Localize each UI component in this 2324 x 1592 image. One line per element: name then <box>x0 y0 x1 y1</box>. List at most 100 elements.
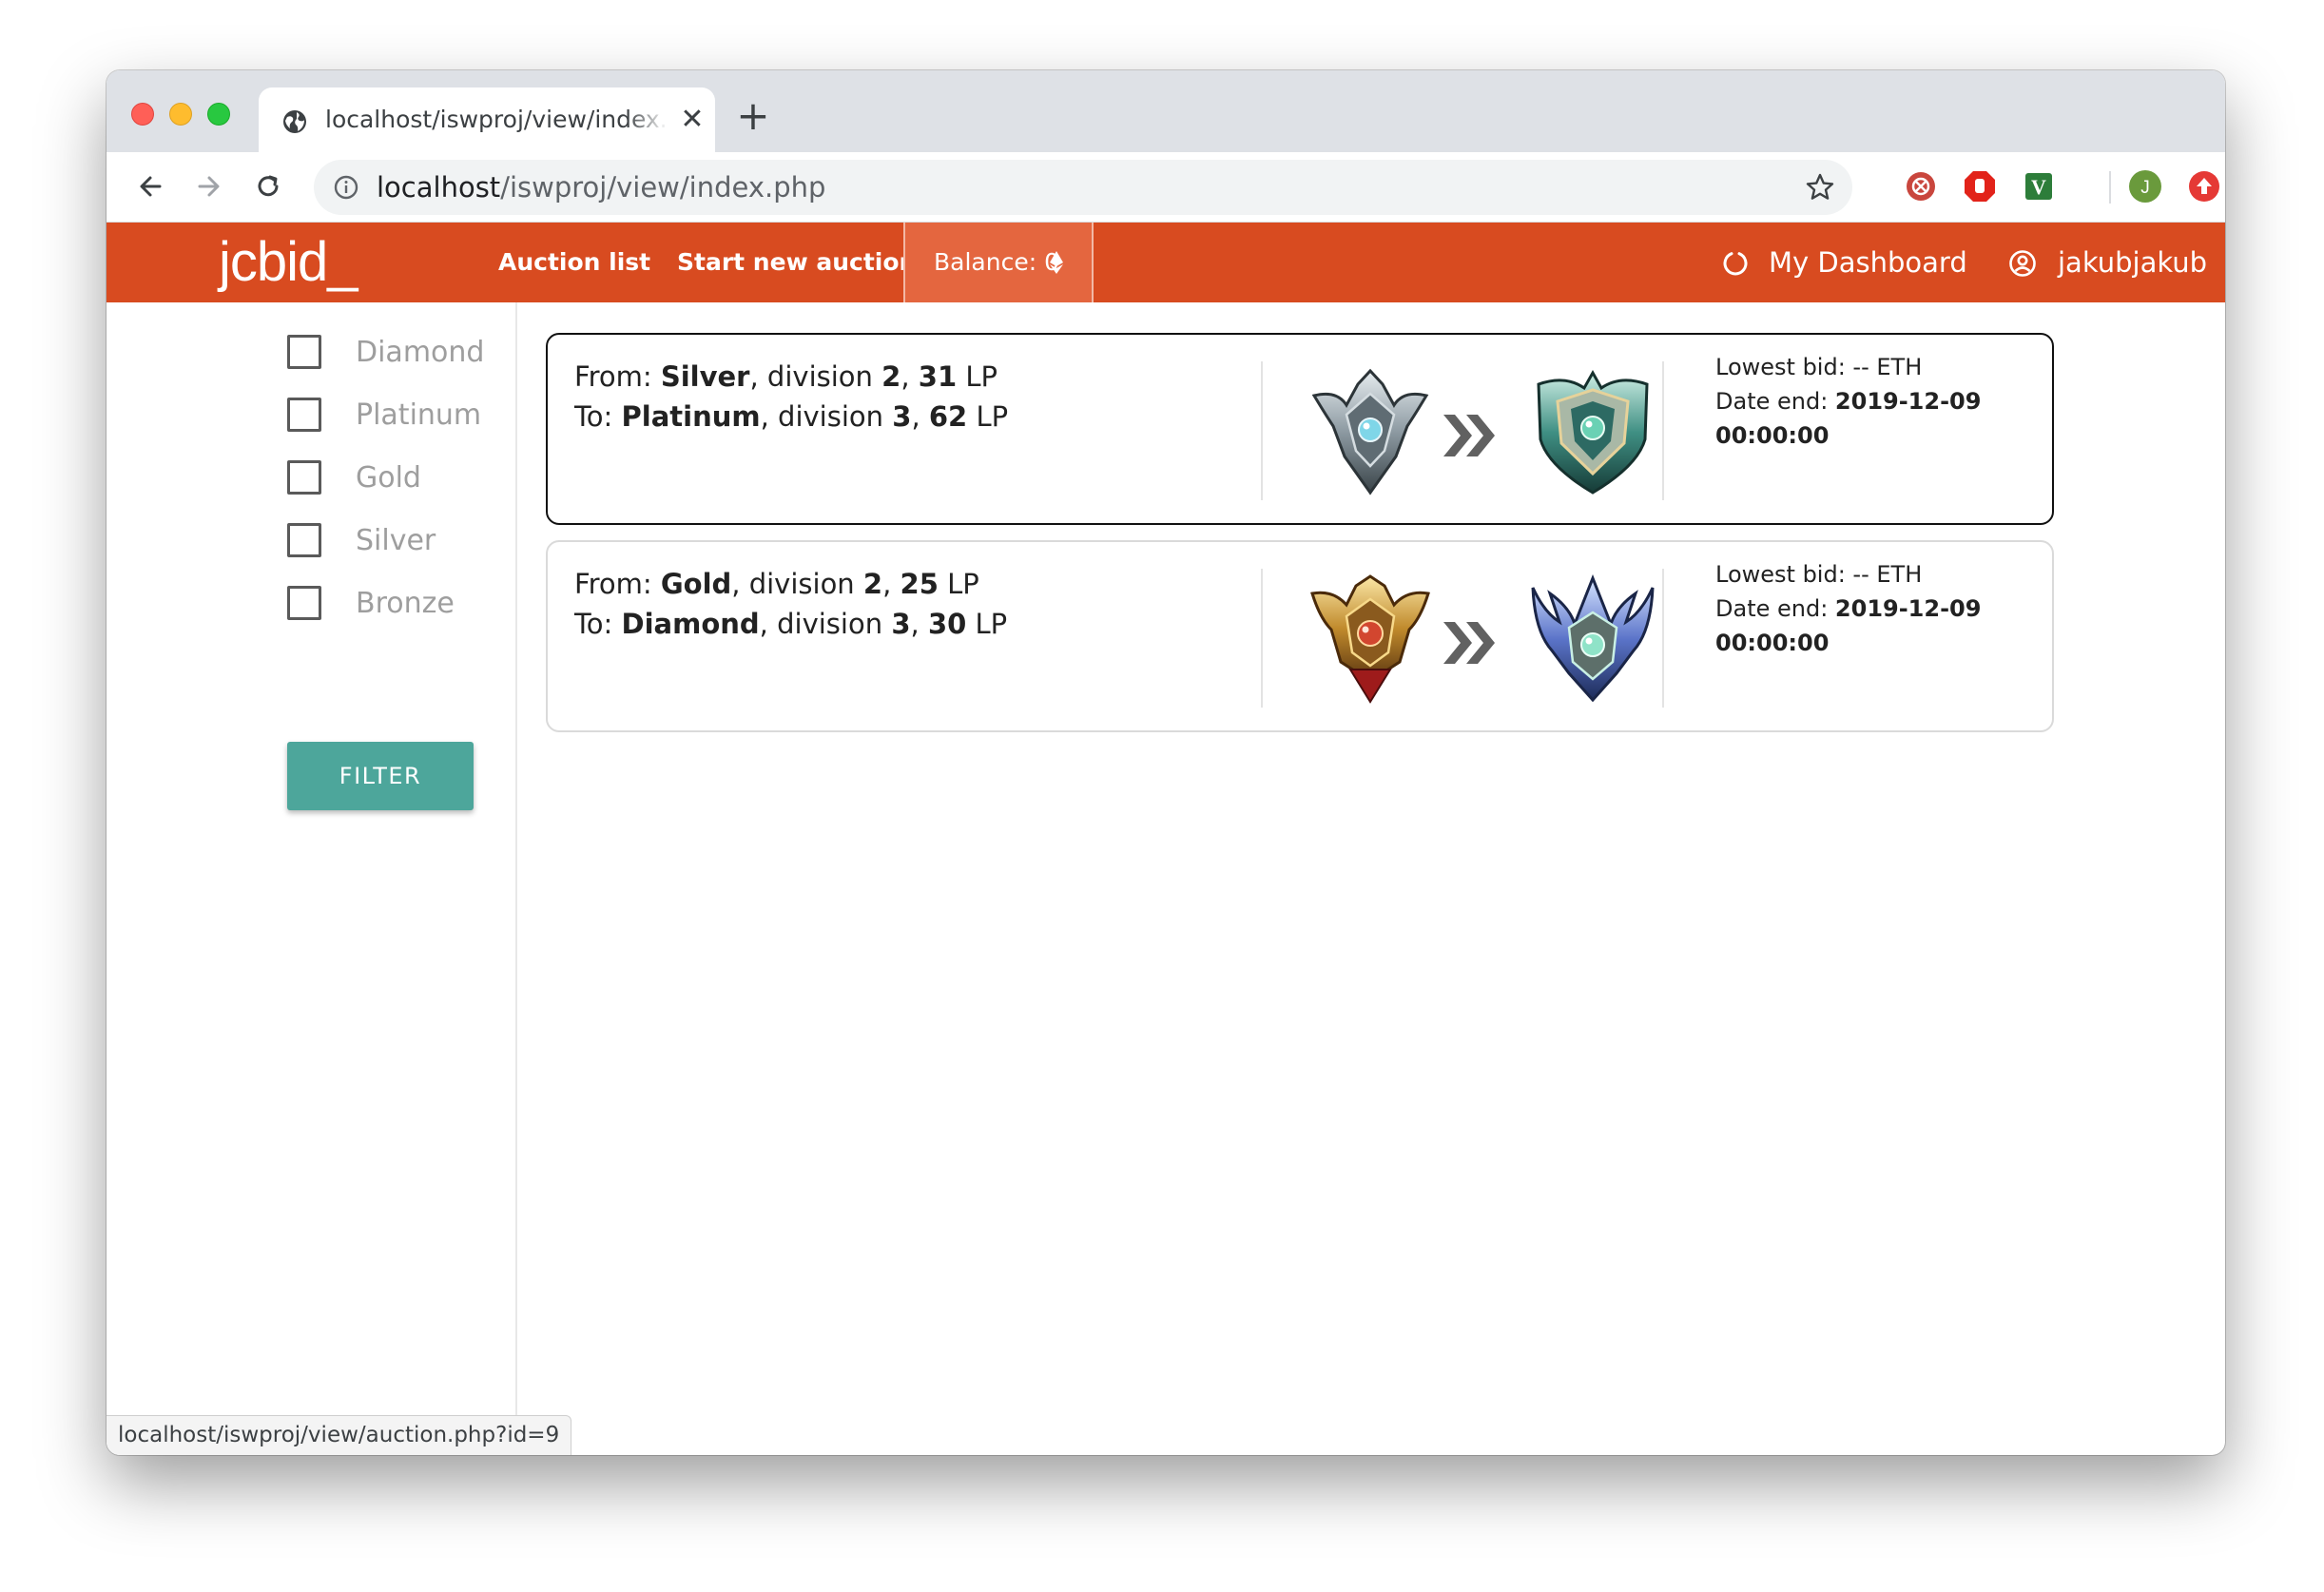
minimize-window-button[interactable] <box>169 103 192 126</box>
auction-from-line: From: Gold, division 2, 25 LP <box>574 568 979 600</box>
chevron-double-right-icon <box>1443 622 1495 664</box>
checkbox[interactable] <box>287 460 321 495</box>
url-host: localhost <box>377 171 501 204</box>
checkbox[interactable] <box>287 398 321 432</box>
to-tier: Platinum <box>621 400 761 433</box>
date-end-label: Date end: <box>1715 388 1835 415</box>
info-icon[interactable] <box>333 174 359 201</box>
dashboard-spinner-icon <box>1723 252 1748 276</box>
tab-title: localhost/iswproj/view/index.php <box>325 106 668 133</box>
to-lp: 30 <box>927 608 967 640</box>
reload-icon[interactable] <box>249 167 287 205</box>
filter-label: Gold <box>356 461 421 495</box>
date-end-value: 2019-12-09 <box>1834 595 1982 622</box>
date-end-label: Date end: <box>1715 595 1835 622</box>
to-tier: Diamond <box>621 608 760 640</box>
division-label: , division <box>749 360 882 393</box>
date-end: Date end: 2019-12-09 <box>1715 592 1981 626</box>
card-divider <box>1261 361 1263 500</box>
site-logo[interactable]: jcbid_ <box>219 232 358 293</box>
nav-start-new-auction[interactable]: Start new auction <box>677 247 916 278</box>
lowest-bid: Lowest bid: -- ETH <box>1715 354 1923 380</box>
lp-suffix: LP <box>957 360 997 393</box>
tab-strip: localhost/iswproj/view/index.php ✕ + <box>107 70 2225 152</box>
date-end-value: 2019-12-09 <box>1834 388 1982 415</box>
star-icon[interactable] <box>1805 172 1835 203</box>
from-prefix: From: <box>574 360 661 393</box>
checkbox[interactable] <box>287 335 321 369</box>
from-tier: Silver <box>660 360 750 393</box>
back-icon[interactable] <box>131 167 169 205</box>
close-icon[interactable]: ✕ <box>677 105 707 135</box>
platinum-emblem-icon <box>1537 369 1649 495</box>
toolbar-divider <box>2109 171 2111 204</box>
filter-label: Silver <box>356 524 436 557</box>
nav-auction-list[interactable]: Auction list <box>498 247 650 278</box>
url-path: /iswproj/view/index.php <box>500 171 826 204</box>
date-end-time: 00:00:00 <box>1715 626 1829 660</box>
globe-icon <box>283 110 306 133</box>
svg-text:J: J <box>2140 178 2150 198</box>
checkbox[interactable] <box>287 523 321 557</box>
extension-v-icon[interactable]: V <box>2022 169 2056 204</box>
plus-icon[interactable]: + <box>734 96 772 136</box>
browser-toolbar: localhost/iswproj/view/index.php V J <box>107 152 2225 223</box>
from-division: 2 <box>881 360 901 393</box>
extension-upload-icon[interactable] <box>2187 169 2221 204</box>
browser-tab[interactable]: localhost/iswproj/view/index.php ✕ <box>259 87 715 152</box>
filter-sidebar: Diamond Platinum Gold Silver Bronze FILT… <box>107 302 517 1455</box>
to-prefix: To: <box>574 608 622 640</box>
card-divider <box>1662 569 1664 708</box>
url-text: localhost/iswproj/view/index.php <box>377 171 825 204</box>
nav-username[interactable]: jakubjakub <box>2058 245 2207 280</box>
date-end-time: 00:00:00 <box>1715 418 1829 453</box>
ethereum-icon <box>1050 251 1063 274</box>
lp-suffix: LP <box>967 400 1009 433</box>
balance-display[interactable]: Balance: 0 <box>903 223 1094 302</box>
to-division: 3 <box>891 608 911 640</box>
filter-label: Diamond <box>356 336 485 369</box>
profile-avatar[interactable]: J <box>2128 169 2162 204</box>
date-end-time-value: 00:00:00 <box>1715 422 1830 449</box>
auction-card[interactable]: From: Gold, division 2, 25 LP To: Diamon… <box>546 540 2054 732</box>
auction-to-line: To: Diamond, division 3, 30 LP <box>574 608 1008 640</box>
card-divider <box>1662 361 1664 500</box>
filter-option-gold[interactable]: Gold <box>287 458 515 496</box>
lowest-bid: Lowest bid: -- ETH <box>1715 561 1923 588</box>
address-bar[interactable]: localhost/iswproj/view/index.php <box>314 160 1852 215</box>
lp-suffix: LP <box>938 568 979 600</box>
maximize-window-button[interactable] <box>207 103 230 126</box>
division-label: , division <box>731 568 863 600</box>
browser-window: localhost/iswproj/view/index.php ✕ + loc… <box>107 70 2225 1455</box>
diamond-emblem-icon <box>1531 574 1655 703</box>
from-prefix: From: <box>574 568 661 600</box>
checkbox[interactable] <box>287 586 321 620</box>
to-prefix: To: <box>574 400 622 433</box>
close-window-button[interactable] <box>131 103 154 126</box>
auction-from-line: From: Silver, division 2, 31 LP <box>574 360 997 393</box>
date-end: Date end: 2019-12-09 <box>1715 384 1981 418</box>
auction-to-line: To: Platinum, division 3, 62 LP <box>574 400 1009 433</box>
status-bar-url: localhost/iswproj/view/auction.php?id=9 <box>107 1415 572 1455</box>
nav-my-dashboard[interactable]: My Dashboard <box>1769 245 1967 280</box>
svg-text:V: V <box>2031 175 2046 199</box>
user-account-icon <box>2009 250 2036 277</box>
extension-stop-hand-icon[interactable] <box>1963 169 1997 204</box>
forward-icon[interactable] <box>190 167 228 205</box>
from-lp: 25 <box>900 568 939 600</box>
site-navbar: jcbid_ Auction list Start new auction Ba… <box>107 223 2225 302</box>
filter-label: Platinum <box>356 398 482 432</box>
filter-button[interactable]: FILTER <box>287 742 474 810</box>
filter-option-bronze[interactable]: Bronze <box>287 584 515 622</box>
from-division: 2 <box>862 568 883 600</box>
to-lp: 62 <box>928 400 968 433</box>
auction-card[interactable]: From: Silver, division 2, 31 LP To: Plat… <box>546 333 2054 525</box>
filter-option-silver[interactable]: Silver <box>287 521 515 559</box>
filter-option-platinum[interactable]: Platinum <box>287 396 515 434</box>
gold-emblem-icon <box>1310 574 1430 704</box>
extension-red-circle-icon[interactable] <box>1904 169 1938 204</box>
silver-emblem-icon <box>1311 368 1429 495</box>
card-divider <box>1261 569 1263 708</box>
balance-text: Balance: 0 <box>934 248 1059 276</box>
filter-option-diamond[interactable]: Diamond <box>287 333 515 371</box>
